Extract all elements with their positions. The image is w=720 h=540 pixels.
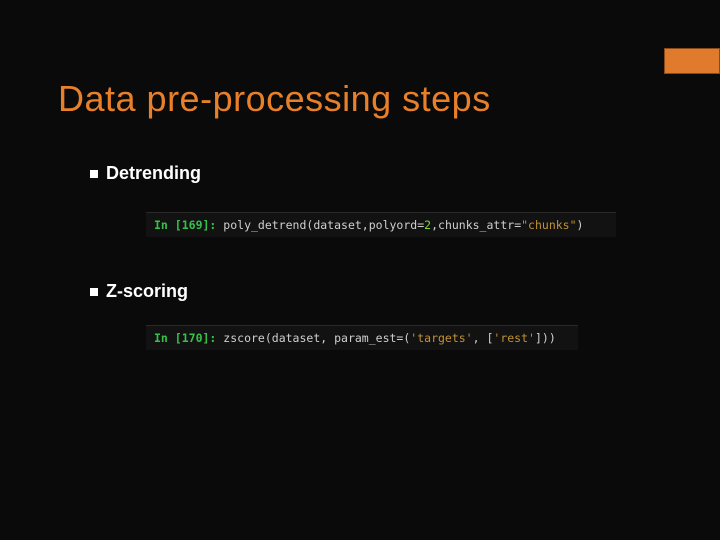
arg-dataset: dataset (272, 331, 320, 345)
comma: , (362, 218, 369, 232)
bracket-open: [ (175, 218, 182, 232)
slide-title: Data pre-processing steps (58, 78, 491, 120)
prompt-number: 170 (182, 331, 203, 345)
list-close: ] (535, 331, 542, 345)
bullet-zscoring: Z-scoring (90, 281, 188, 302)
str-targets: 'targets' (410, 331, 472, 345)
bracket-open: [ (175, 331, 182, 345)
paren-close: ) (577, 218, 584, 232)
code-cell-zscore: In [170]: zscore(dataset, param_est=('ta… (146, 325, 578, 350)
bullet-square-icon (90, 288, 98, 296)
bullet-square-icon (90, 170, 98, 178)
prompt-label: In (154, 331, 175, 345)
bullet-detrending: Detrending (90, 163, 201, 184)
accent-bar (664, 48, 720, 74)
prompt-number: 169 (182, 218, 203, 232)
arg-dataset: dataset (313, 218, 361, 232)
arg-param-est: param_est (334, 331, 396, 345)
comma: , (431, 218, 438, 232)
comma: , (473, 331, 487, 345)
slide: Data pre-processing steps Detrending In … (0, 0, 720, 540)
str-chunks: "chunks" (521, 218, 576, 232)
fn-name: poly_detrend (223, 218, 306, 232)
comma: , (320, 331, 334, 345)
arg-polyord: polyord (369, 218, 417, 232)
bracket-close: ]: (203, 331, 217, 345)
fn-name: zscore (223, 331, 265, 345)
code-cell-detrend: In [169]: poly_detrend(dataset,polyord=2… (146, 212, 616, 237)
tuple-close: ) (542, 331, 549, 345)
bullet-label: Z-scoring (106, 281, 188, 302)
paren-open: ( (265, 331, 272, 345)
paren-close: ) (549, 331, 556, 345)
bracket-close: ]: (203, 218, 217, 232)
bullet-label: Detrending (106, 163, 201, 184)
str-rest: 'rest' (493, 331, 535, 345)
prompt-label: In (154, 218, 175, 232)
arg-chunks-attr: chunks_attr (438, 218, 514, 232)
